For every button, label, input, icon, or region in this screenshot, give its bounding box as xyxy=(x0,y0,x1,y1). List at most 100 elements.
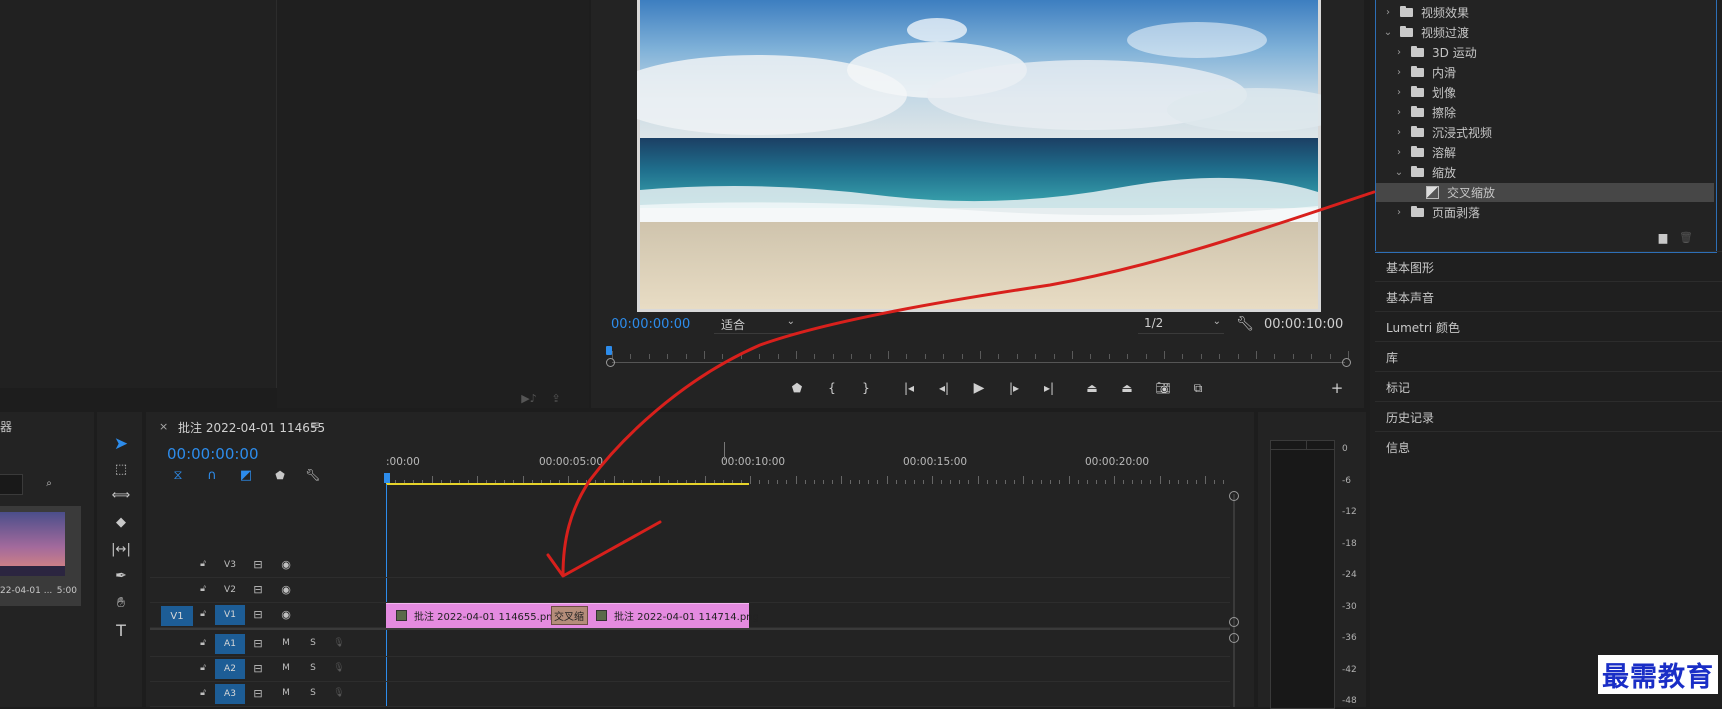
mark-out-button[interactable]: } xyxy=(857,378,875,398)
sync-lock-icon[interactable]: ⊟ xyxy=(251,607,265,621)
transition-block[interactable]: 交叉缩 xyxy=(551,606,588,625)
effects-tree-item[interactable]: › 视频效果 xyxy=(1376,3,1714,22)
chevron-down-icon[interactable]: ⌄ xyxy=(1382,27,1394,38)
track-target-button[interactable]: V1 xyxy=(215,605,245,625)
effects-tree-item[interactable]: › 擦除 xyxy=(1376,103,1714,122)
lock-icon[interactable]: 🔓︎ xyxy=(196,607,210,621)
scroll-handle-bottom[interactable] xyxy=(1229,633,1239,643)
lock-icon[interactable]: 🔓︎ xyxy=(196,661,210,675)
type-tool-icon[interactable]: T xyxy=(110,619,132,641)
step-back-button[interactable]: ◂| xyxy=(935,378,953,398)
wrench-settings-icon[interactable]: 🔧︎ xyxy=(1236,315,1254,333)
chevron-right-icon[interactable]: › xyxy=(1393,207,1405,218)
comparison-view-button[interactable]: ⧉ xyxy=(1188,378,1208,398)
sync-lock-icon[interactable]: ⊟ xyxy=(251,661,265,675)
insert-audio-icon[interactable]: ▶♪ xyxy=(521,390,537,406)
mute-button[interactable]: M xyxy=(279,686,293,700)
side-panel-tab[interactable]: 基本声音 xyxy=(1386,289,1434,306)
add-marker-icon[interactable]: ⬟ xyxy=(272,467,288,483)
project-tab-label[interactable]: 器 xyxy=(0,418,12,435)
pen-tool-icon[interactable]: ✒ xyxy=(110,565,132,587)
video-track-row[interactable] xyxy=(150,553,1230,578)
new-bin-icon[interactable]: ▆ xyxy=(1655,230,1671,244)
sync-lock-icon[interactable]: ⊟ xyxy=(251,557,265,571)
timeline-playhead-handle[interactable] xyxy=(384,473,390,483)
chevron-right-icon[interactable]: › xyxy=(1393,147,1405,158)
side-panel-tab[interactable]: 标记 xyxy=(1386,379,1410,396)
play-button[interactable]: ▶ xyxy=(970,378,988,398)
effects-tree-item[interactable]: › 内滑 xyxy=(1376,63,1714,82)
program-timecode[interactable]: 00:00:00:00 xyxy=(611,317,690,332)
effects-tree-item[interactable]: › 划像 xyxy=(1376,83,1714,102)
chevron-right-icon[interactable]: › xyxy=(1393,87,1405,98)
video-track-row[interactable] xyxy=(150,578,1230,603)
chevron-right-icon[interactable]: › xyxy=(1393,47,1405,58)
side-panel-tab[interactable]: 基本图形 xyxy=(1386,259,1434,276)
scrubber-end-handle[interactable] xyxy=(1342,358,1351,367)
snap-magnet-icon[interactable]: ∩ xyxy=(204,467,220,483)
microphone-icon[interactable]: 🎙︎ xyxy=(332,686,346,700)
mark-in-button[interactable]: { xyxy=(823,378,841,398)
solo-button[interactable]: S xyxy=(306,686,320,700)
export-frame-button[interactable]: 📷︎ xyxy=(1153,378,1173,398)
track-target-button[interactable]: A1 xyxy=(215,634,245,654)
program-scrubber[interactable] xyxy=(606,342,1351,367)
eye-icon[interactable]: ◉ xyxy=(279,557,293,571)
project-search-input[interactable] xyxy=(0,474,23,495)
sync-lock-icon[interactable]: ⊟ xyxy=(251,582,265,596)
solo-button[interactable]: S xyxy=(306,661,320,675)
source-patch-v1[interactable]: V1 xyxy=(161,606,193,626)
find-icon[interactable]: ⌕ xyxy=(41,475,57,491)
selection-tool-icon[interactable]: ➤ xyxy=(110,433,132,455)
track-target-button[interactable]: A2 xyxy=(215,659,245,679)
track-target-button[interactable]: A3 xyxy=(215,684,245,704)
track-target-button[interactable]: V2 xyxy=(215,580,245,600)
chevron-right-icon[interactable]: › xyxy=(1393,67,1405,78)
timeline-vertical-scrollbar[interactable] xyxy=(1233,494,1235,707)
effects-tree-item[interactable]: › 3D 运动 xyxy=(1376,43,1714,62)
eye-icon[interactable]: ◉ xyxy=(279,582,293,596)
lock-icon[interactable]: 🔓︎ xyxy=(196,582,210,596)
go-to-in-button[interactable]: |◂ xyxy=(900,378,918,398)
scrubber-start-handle[interactable] xyxy=(606,358,615,367)
project-media-thumbnail[interactable]: 22-04-01 ... 5:00 xyxy=(0,506,81,606)
timeline-settings-wrench-icon[interactable]: 🔧︎ xyxy=(305,467,321,483)
effects-tree-item[interactable]: 交叉缩放 xyxy=(1376,183,1714,202)
mute-button[interactable]: M xyxy=(279,661,293,675)
side-panel-tab[interactable]: 历史记录 xyxy=(1386,409,1434,426)
tab-menu-icon[interactable]: ≡ xyxy=(310,418,320,432)
effects-tree-item[interactable]: ⌄ 视频过渡 xyxy=(1376,23,1714,42)
razor-tool-icon[interactable]: ◆ xyxy=(110,511,132,533)
hand-tool-icon[interactable]: ✋︎ xyxy=(110,592,132,614)
scroll-handle-top[interactable] xyxy=(1229,491,1239,501)
eye-icon[interactable]: ◉ xyxy=(279,607,293,621)
extract-button[interactable]: ⏏ xyxy=(1117,378,1137,398)
nest-toggle-icon[interactable]: ⧖ xyxy=(170,467,186,483)
step-forward-button[interactable]: |▸ xyxy=(1005,378,1023,398)
mute-button[interactable]: M xyxy=(279,636,293,650)
side-panel-tab[interactable]: Lumetri 颜色 xyxy=(1386,319,1460,336)
lock-icon[interactable]: 🔓︎ xyxy=(196,686,210,700)
button-editor-plus[interactable]: + xyxy=(1328,378,1346,398)
timeline-timecode[interactable]: 00:00:00:00 xyxy=(167,445,259,463)
close-tab-icon[interactable]: × xyxy=(159,420,168,433)
chevron-right-icon[interactable]: › xyxy=(1382,7,1394,18)
track-select-tool-icon[interactable]: ⬚ xyxy=(110,458,132,480)
lock-icon[interactable]: 🔓︎ xyxy=(196,557,210,571)
sync-lock-icon[interactable]: ⊟ xyxy=(251,686,265,700)
zoom-dropdown[interactable]: 适合 ⌄ xyxy=(714,315,798,334)
resolution-dropdown[interactable]: 1/2 ⌄ xyxy=(1138,315,1224,334)
trash-icon[interactable]: 🗑︎ xyxy=(1678,230,1694,244)
work-area-bar[interactable] xyxy=(386,483,749,485)
side-panel-tab[interactable]: 信息 xyxy=(1386,439,1410,456)
effects-tree-item[interactable]: › 溶解 xyxy=(1376,143,1714,162)
effects-tree-item[interactable]: ⌄ 缩放 xyxy=(1376,163,1714,182)
slip-tool-icon[interactable]: |↔| xyxy=(110,538,132,560)
side-panel-tab[interactable]: 库 xyxy=(1386,349,1398,366)
effects-tree-item[interactable]: › 页面剥落 xyxy=(1376,203,1714,222)
sync-lock-icon[interactable]: ⊟ xyxy=(251,636,265,650)
solo-button[interactable]: S xyxy=(306,636,320,650)
playhead-marker[interactable] xyxy=(606,346,612,355)
scroll-handle-mid[interactable] xyxy=(1229,617,1239,627)
sequence-tab-title[interactable]: 批注 2022-04-01 114655 xyxy=(178,419,325,436)
